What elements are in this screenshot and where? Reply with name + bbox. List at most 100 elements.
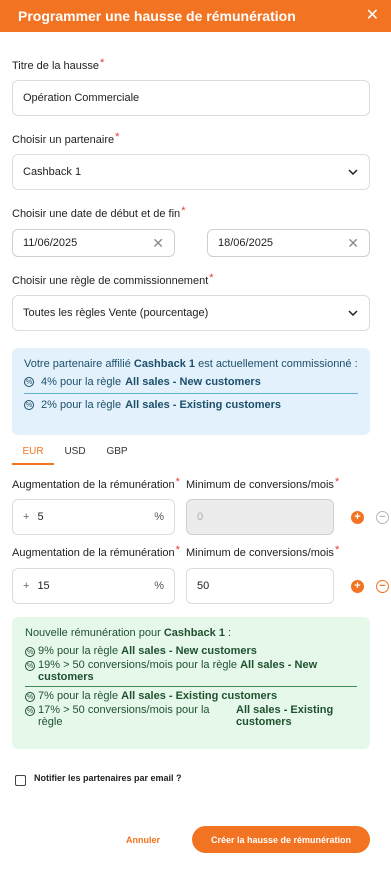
min-conversions-input[interactable]: 50 [186, 568, 334, 604]
summary-rule-row: % 7% pour la règle All sales - Existing … [25, 690, 357, 702]
title-input[interactable]: Opération Commerciale [12, 80, 370, 116]
summary-rule-text: 9% pour la règle [38, 645, 122, 657]
rule-label: Choisir une règle de commissionnement* [12, 272, 214, 287]
partner-select-value: Cashback 1 [23, 166, 82, 178]
required-mark: * [115, 131, 120, 143]
dates-label: Choisir une date de début et de fin* [12, 205, 186, 220]
percent-suffix: % [154, 580, 164, 592]
modal-title: Programmer une hausse de rémunération [18, 8, 296, 24]
rule-select[interactable]: Toutes les règles Vente (pourcentage) [12, 295, 370, 331]
increase-label: Augmentation de la rémunération* [12, 476, 180, 491]
rule-label-text: Choisir une règle de commissionnement [12, 275, 209, 287]
percent-circle-icon: % [25, 692, 35, 702]
partner-label-text: Choisir un partenaire [12, 134, 115, 146]
add-row-icon[interactable]: + [351, 511, 364, 524]
increase-input[interactable]: + 5 % [12, 499, 175, 535]
start-date-value: 11/06/2025 [23, 237, 78, 249]
required-mark: * [209, 272, 214, 284]
percent-circle-icon: % [25, 647, 35, 657]
chevron-down-icon [347, 307, 359, 319]
remove-row-icon: − [376, 511, 389, 524]
increase-value: 15 [37, 580, 50, 592]
remove-row-icon[interactable]: − [376, 580, 389, 593]
percent-suffix: % [154, 511, 164, 523]
divider [24, 393, 358, 394]
summary-rule-text: 17% > 50 conversions/mois pour la règle [38, 704, 210, 728]
notify-label: Notifier les partenaires par email ? [34, 773, 182, 783]
min-conversions-label: Minimum de conversions/mois* [186, 476, 340, 491]
min-conversions-value: 0 [197, 511, 204, 523]
required-mark: * [334, 476, 340, 488]
clear-icon[interactable]: ✕ [152, 235, 164, 252]
summary-partner: Cashback 1 [163, 627, 225, 639]
summary-rule-row: % 9% pour la règle All sales - New custo… [25, 645, 357, 657]
summary-rule-name: All sales - Existing customers [236, 704, 334, 728]
new-commission-summary: Nouvelle rémunération pour Cashback 1 : … [12, 617, 370, 749]
summary-rule-name: All sales - Existing customers [121, 690, 278, 702]
plus-prefix: + [23, 580, 30, 592]
increase-label-text: Augmentation de la rémunération [12, 479, 175, 491]
current-commission-info: Votre partenaire affilié Cashback 1 est … [12, 348, 370, 435]
divider [25, 686, 357, 687]
cancel-button[interactable]: Annuler [110, 826, 176, 853]
percent-circle-icon: % [25, 661, 35, 671]
info-rule-row: % 4% pour la règle All sales - New custo… [24, 376, 358, 388]
create-button[interactable]: Créer la hausse de rémunération [192, 826, 370, 853]
info-prefix: Votre partenaire affilié [24, 358, 134, 370]
min-label-text: Minimum de conversions/mois [186, 479, 334, 491]
min-conversions-label: Minimum de conversions/mois* [186, 544, 340, 559]
required-mark: * [175, 544, 180, 556]
required-mark: * [175, 476, 180, 488]
summary-prefix: Nouvelle rémunération pour [25, 627, 164, 639]
info-rule-row: % 2% pour la règle All sales - Existing … [24, 399, 358, 411]
required-mark: * [181, 205, 186, 217]
title-input-value: Opération Commerciale [23, 92, 140, 104]
summary-suffix: : [224, 627, 232, 639]
plus-prefix: + [23, 511, 30, 523]
partner-select[interactable]: Cashback 1 [12, 154, 370, 190]
title-label-text: Titre de la hausse [12, 60, 100, 72]
percent-circle-icon: % [25, 706, 35, 716]
summary-rule-name: All sales - New customers [121, 645, 257, 657]
tab-eur[interactable]: EUR [12, 443, 54, 465]
tab-usd[interactable]: USD [54, 443, 96, 465]
min-label-text: Minimum de conversions/mois [186, 547, 334, 559]
percent-circle-icon: % [24, 377, 34, 387]
tab-gbp[interactable]: GBP [96, 443, 138, 465]
required-mark: * [334, 544, 340, 556]
required-mark: * [100, 57, 105, 69]
info-rule-text: 4% pour la règle [41, 376, 122, 388]
modal-header: Programmer une hausse de rémunération ✕ [0, 0, 391, 32]
min-conversions-value: 50 [197, 580, 210, 592]
info-rule-text: 2% pour la règle [41, 399, 122, 411]
increase-label: Augmentation de la rémunération* [12, 544, 180, 559]
info-partner: Cashback 1 [133, 358, 196, 370]
increase-label-text: Augmentation de la rémunération [12, 547, 175, 559]
currency-tabs: EUR USD GBP [12, 443, 138, 465]
notify-checkbox[interactable] [15, 775, 26, 786]
info-intro: Votre partenaire affilié Cashback 1 est … [24, 358, 358, 370]
dates-label-text: Choisir une date de début et de fin [12, 208, 181, 220]
summary-rule-row: % 19% > 50 conversions/mois pour la règl… [25, 659, 357, 683]
info-rule-name: All sales - Existing customers [125, 399, 281, 411]
start-date-input[interactable]: 11/06/2025 ✕ [12, 229, 175, 257]
rule-select-value: Toutes les règles Vente (pourcentage) [23, 307, 209, 319]
min-conversions-input: 0 [186, 499, 334, 535]
info-suffix: est actuellement commissionné : [195, 358, 358, 370]
summary-rule-row: % 17% > 50 conversions/mois pour la règl… [25, 704, 357, 728]
partner-label: Choisir un partenaire* [12, 131, 120, 146]
summary-intro: Nouvelle rémunération pour Cashback 1 : [25, 627, 357, 639]
end-date-input[interactable]: 18/06/2025 ✕ [207, 229, 370, 257]
chevron-down-icon [347, 166, 359, 178]
add-row-icon[interactable]: + [351, 580, 364, 593]
increase-value: 5 [37, 511, 44, 523]
end-date-value: 18/06/2025 [218, 237, 274, 249]
title-label: Titre de la hausse* [12, 57, 105, 72]
clear-icon[interactable]: ✕ [347, 235, 359, 252]
close-icon[interactable]: ✕ [366, 8, 379, 24]
percent-circle-icon: % [24, 400, 34, 410]
increase-input[interactable]: + 15 % [12, 568, 175, 604]
info-rule-name: All sales - New customers [125, 376, 261, 388]
summary-rule-text: 19% > 50 conversions/mois pour la règle [38, 659, 241, 671]
summary-rule-text: 7% pour la règle [38, 690, 122, 702]
